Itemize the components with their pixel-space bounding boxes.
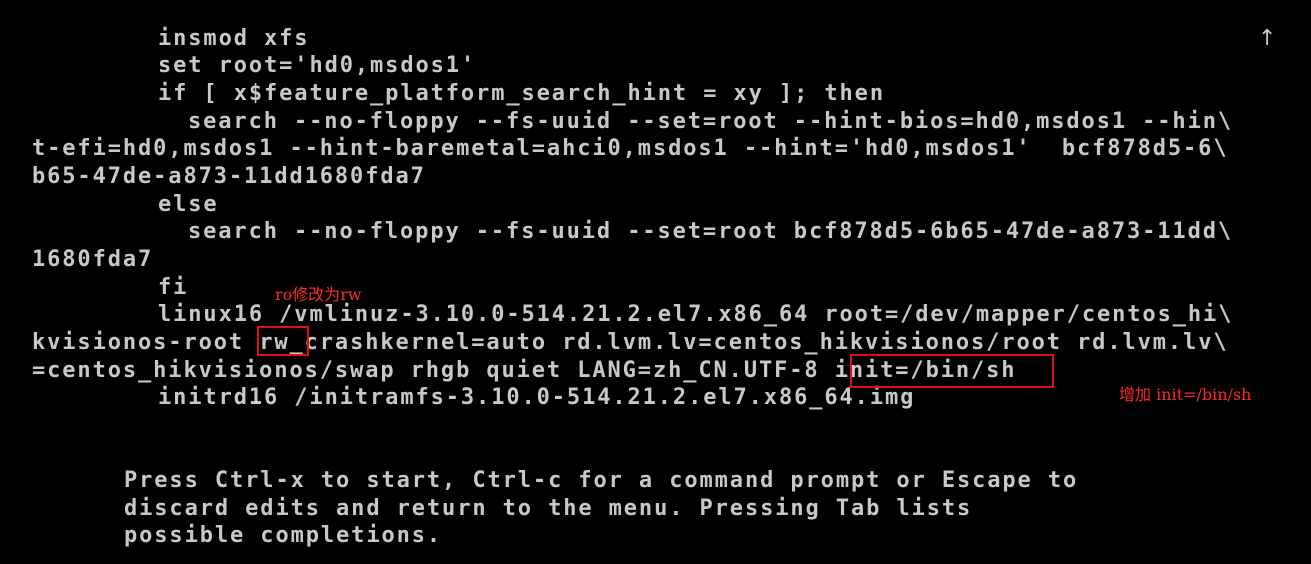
editor-line-7[interactable]: else bbox=[158, 192, 219, 218]
kernel-args-fragment: crashkernel=auto rd.lvm.lv=centos_hikvis… bbox=[304, 330, 1229, 355]
editor-line-9[interactable]: 1680fda7 bbox=[32, 247, 153, 273]
help-line-2: discard edits and return to the menu. Pr… bbox=[124, 496, 973, 521]
init-highlight-box bbox=[850, 354, 1054, 388]
rw-highlight-box bbox=[257, 326, 309, 356]
editor-line-5[interactable]: t-efi=hd0,msdos1 --hint-baremetal=ahci0,… bbox=[32, 136, 1228, 162]
editor-line-6[interactable]: b65-47de-a873-11dd1680fda7 bbox=[32, 164, 426, 190]
editor-line-1[interactable]: insmod xfs bbox=[158, 26, 309, 52]
help-line-3: possible completions. bbox=[124, 523, 443, 548]
editor-line-2[interactable]: set root='hd0,msdos1' bbox=[158, 53, 476, 79]
rw-change-annotation: ro修改为rw bbox=[275, 285, 362, 304]
editor-line-10[interactable]: fi bbox=[158, 275, 188, 301]
grub-edit-screen: ↑ insmod xfs set root='hd0,msdos1' if [ … bbox=[0, 0, 1311, 564]
scroll-up-indicator-icon: ↑ bbox=[1258, 26, 1277, 51]
editor-line-8[interactable]: search --no-floppy --fs-uuid --set=root … bbox=[188, 219, 1233, 245]
editor-line-12[interactable]: kvisionos-root rw_crashkernel=auto rd.lv… bbox=[32, 330, 1229, 356]
help-line-1: Press Ctrl-x to start, Ctrl-c for a comm… bbox=[124, 468, 1079, 493]
editor-line-14[interactable]: initrd16 /initramfs-3.10.0-514.21.2.el7.… bbox=[158, 385, 915, 411]
editor-line-4[interactable]: search --no-floppy --fs-uuid --set=root … bbox=[188, 109, 1233, 135]
init-add-annotation: 增加 init=/bin/sh bbox=[1119, 385, 1252, 404]
kernel-root-fragment: kvisionos-root bbox=[32, 330, 260, 355]
editor-line-11[interactable]: linux16 /vmlinuz-3.10.0-514.21.2.el7.x86… bbox=[158, 302, 1233, 328]
kernel-args-fragment-2: =centos_hikvisionos/swap rhgb quiet LANG… bbox=[32, 358, 835, 383]
editor-line-3[interactable]: if [ x$feature_platform_search_hint = xy… bbox=[158, 81, 885, 107]
